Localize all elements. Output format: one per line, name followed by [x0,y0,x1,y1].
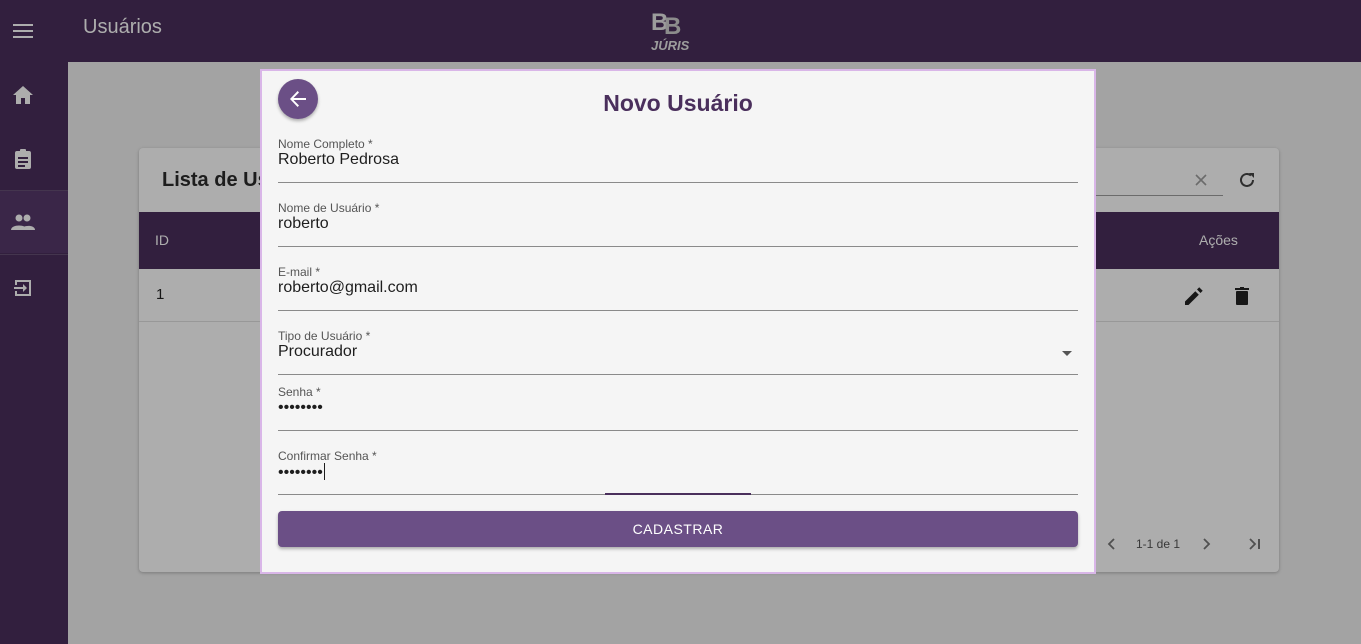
password-field[interactable]: Senha * •••••••• [278,385,1078,433]
field-underline [278,246,1078,247]
password-label: Senha * [278,385,321,399]
dropdown-arrow-icon[interactable] [1062,351,1072,356]
full-name-field[interactable]: Nome Completo * Roberto Pedrosa [278,137,1078,185]
confirm-password-input[interactable]: •••••••• [278,463,325,482]
confirm-password-value: •••••••• [278,464,323,481]
confirm-password-label: Confirmar Senha * [278,449,377,463]
email-label: E-mail * [278,265,321,279]
field-underline [278,430,1078,431]
user-type-select[interactable]: Tipo de Usuário * Procurador [278,329,1078,377]
full-name-label: Nome Completo * [278,137,373,151]
username-input[interactable]: roberto [278,215,329,233]
user-type-value[interactable]: Procurador [278,343,357,361]
confirm-password-field[interactable]: Confirmar Senha * •••••••• [278,449,1078,497]
username-label: Nome de Usuário * [278,201,380,215]
password-input[interactable]: •••••••• [278,399,323,417]
submit-button[interactable]: CADASTRAR [278,511,1078,547]
field-underline [278,310,1078,311]
new-user-dialog: Novo Usuário Nome Completo * Roberto Ped… [260,69,1096,574]
username-field[interactable]: Nome de Usuário * roberto [278,201,1078,249]
email-field[interactable]: E-mail * roberto@gmail.com [278,265,1078,313]
field-underline [278,374,1078,375]
field-underline [278,182,1078,183]
email-input[interactable]: roberto@gmail.com [278,279,418,297]
text-caret [323,463,325,480]
focus-underline [605,493,751,495]
user-type-label: Tipo de Usuário * [278,329,371,343]
full-name-input[interactable]: Roberto Pedrosa [278,151,399,169]
dialog-title: Novo Usuário [603,90,753,116]
